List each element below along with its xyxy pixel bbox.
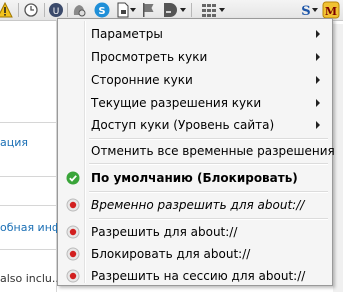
menu-item-allow-session[interactable]: Разрешить на сессию для about:// xyxy=(60,266,330,286)
page-dropdown-icon[interactable] xyxy=(130,8,136,12)
submenu-arrow-icon xyxy=(316,121,320,129)
red-dot-icon xyxy=(66,198,80,212)
red-dot-icon xyxy=(66,225,80,239)
background-link[interactable]: обная инф xyxy=(0,221,61,234)
skype-icon[interactable]: S xyxy=(93,1,111,19)
menu-item-label: Доступ куки (Уровень сайта) xyxy=(91,118,275,132)
grid-dropdown-icon[interactable] xyxy=(219,8,225,12)
clock-icon[interactable] xyxy=(22,1,40,19)
page-divider xyxy=(0,122,56,123)
addon-icon[interactable]: U xyxy=(47,1,65,19)
svg-text:S: S xyxy=(98,6,105,17)
grid-icon[interactable] xyxy=(200,1,218,19)
cookie-icon[interactable] xyxy=(70,1,88,19)
background-text: also inclu... xyxy=(0,272,63,285)
menu-separator xyxy=(89,138,328,140)
red-dot-icon xyxy=(66,269,80,283)
menu-separator xyxy=(89,163,328,165)
menu-item-block[interactable]: Блокировать для about:// xyxy=(60,244,330,264)
menu-item-third-party-cookies[interactable]: Сторонние куки xyxy=(60,70,330,90)
page-right-edge xyxy=(333,24,343,292)
menu-item-label: Блокировать для about:// xyxy=(91,247,251,261)
menu-item-label: Просмотреть куки xyxy=(91,50,208,64)
menu-item-revoke-temporary[interactable]: Отменить все временные разрешения xyxy=(60,141,335,161)
checkmark-icon xyxy=(66,171,80,185)
background-link[interactable]: ация xyxy=(0,136,28,149)
menu-item-label: Разрешить для about:// xyxy=(91,225,238,239)
warning-icon[interactable] xyxy=(0,1,14,19)
menu-item-allow[interactable]: Разрешить для about:// xyxy=(60,222,330,242)
red-dot-icon xyxy=(66,247,80,261)
bookmark-icon[interactable] xyxy=(160,1,178,19)
menu-item-view-cookies[interactable]: Просмотреть куки xyxy=(60,47,330,67)
svg-text:M: M xyxy=(325,5,337,18)
page-divider xyxy=(0,176,56,177)
flag-icon[interactable] xyxy=(139,1,157,19)
menu-item-default-block[interactable]: По умолчанию (Блокировать) xyxy=(60,168,330,188)
submenu-arrow-icon xyxy=(316,76,320,84)
m-icon[interactable]: M xyxy=(322,1,340,19)
menu-separator xyxy=(89,191,328,193)
page-divider xyxy=(0,205,56,206)
cookie-context-menu: Параметры Просмотреть куки Сторонние кук… xyxy=(57,18,335,286)
menu-item-temp-allow[interactable]: Временно разрешить для about:// xyxy=(60,195,330,215)
menu-item-label: Текущие разрешения куки xyxy=(91,96,262,110)
svg-text:S: S xyxy=(301,4,310,18)
menu-item-label: Сторонние куки xyxy=(91,73,193,87)
menu-separator xyxy=(89,218,328,220)
page-divider xyxy=(0,249,56,250)
menu-item-settings[interactable]: Параметры xyxy=(60,24,330,44)
submenu-arrow-icon xyxy=(316,30,320,38)
submenu-arrow-icon xyxy=(316,53,320,61)
submenu-arrow-icon xyxy=(316,99,320,107)
s-dropdown-icon[interactable] xyxy=(312,8,318,12)
bookmark-dropdown-icon[interactable] xyxy=(180,8,186,12)
svg-text:U: U xyxy=(53,7,60,17)
menu-item-label: Параметры xyxy=(91,27,163,41)
menu-item-label: Временно разрешить для about:// xyxy=(91,198,305,212)
menu-item-label: По умолчанию (Блокировать) xyxy=(91,171,298,185)
menu-item-current-permissions[interactable]: Текущие разрешения куки xyxy=(60,93,330,113)
menu-item-label: Разрешить на сессию для about:// xyxy=(91,269,306,283)
menu-item-label: Отменить все временные разрешения xyxy=(91,144,335,158)
menu-item-site-access[interactable]: Доступ куки (Уровень сайта) xyxy=(60,115,330,135)
